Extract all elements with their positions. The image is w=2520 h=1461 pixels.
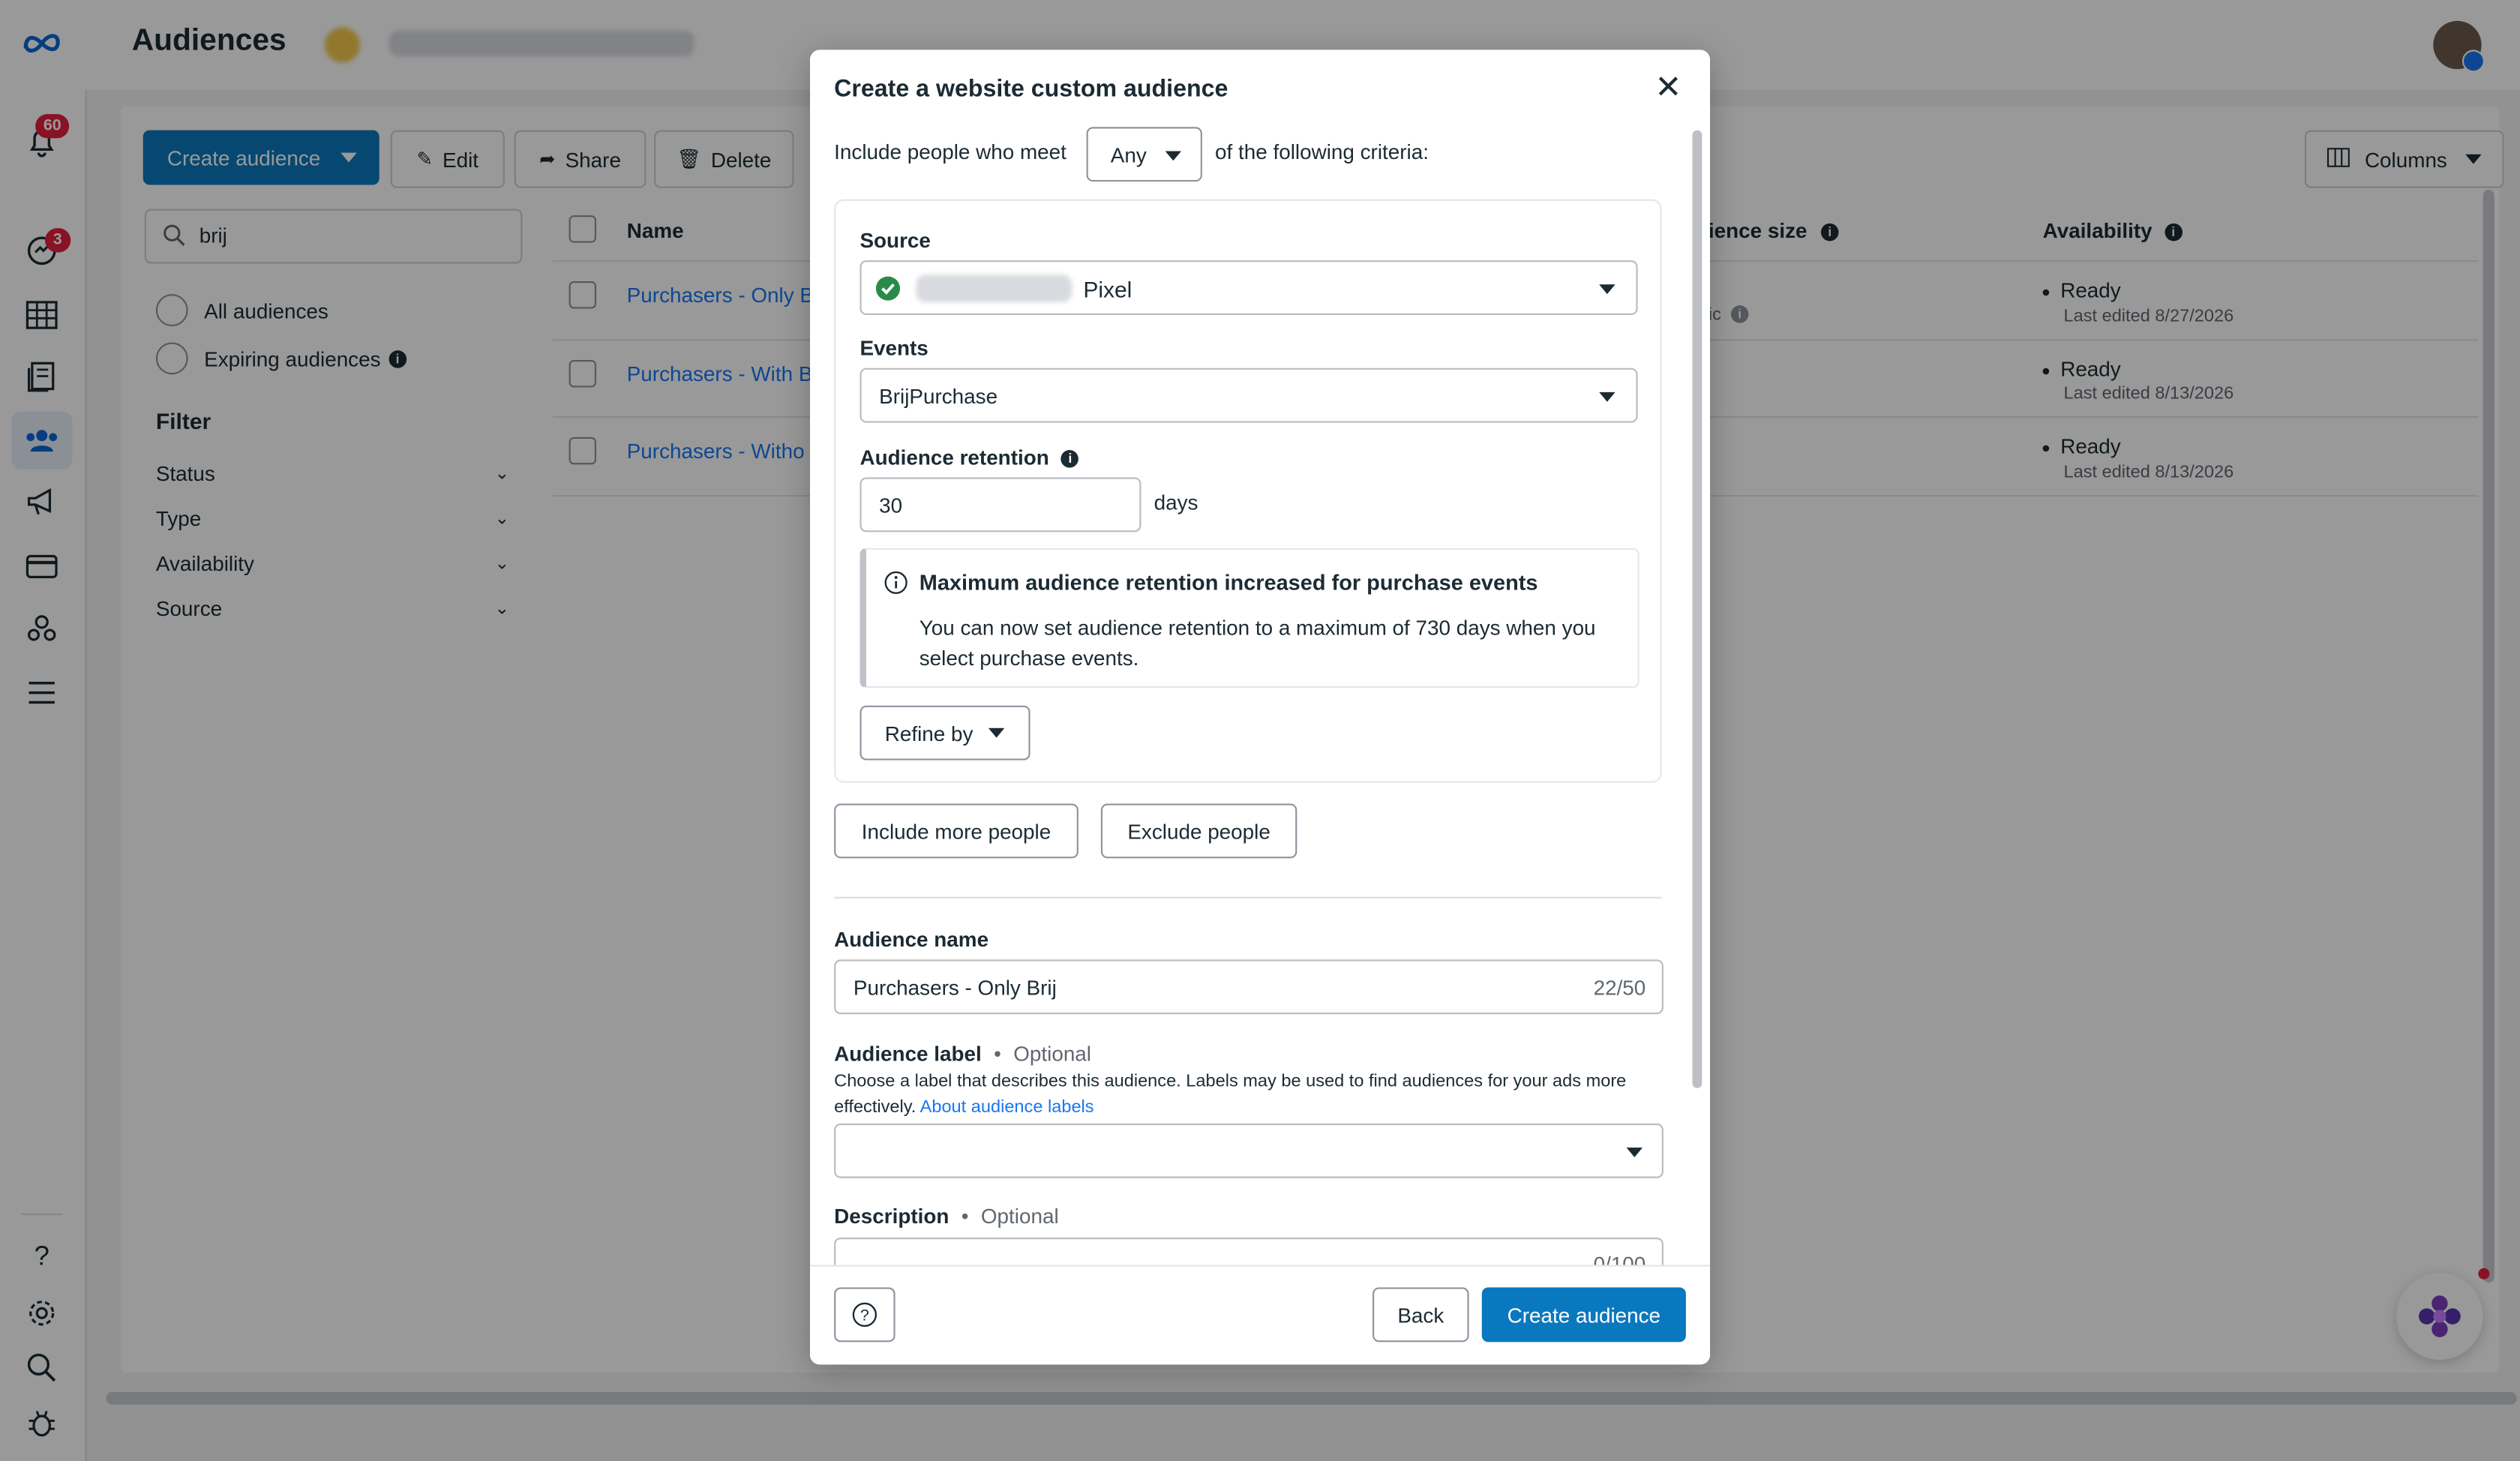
audience-name-label: Audience name — [834, 927, 989, 952]
audience-retention-label: Audience retention i — [860, 445, 1079, 470]
help-button[interactable]: ? — [834, 1287, 896, 1342]
audience-label-heading: Audience label • Optional — [834, 1042, 1091, 1066]
create-website-audience-dialog: Create a website custom audience ✕ Inclu… — [810, 50, 1711, 1365]
info-icon[interactable]: i — [1061, 450, 1079, 468]
help-icon: ? — [852, 1302, 878, 1328]
pixel-name-redacted — [916, 274, 1072, 302]
criteria-match-value: Any — [1110, 142, 1147, 167]
retention-days-input[interactable]: 30 — [860, 477, 1142, 532]
check-circle-icon — [875, 276, 901, 301]
source-label: Source — [860, 228, 931, 253]
dialog-footer: ? Back Create audience — [810, 1264, 1711, 1365]
notice-body: You can now set audience retention to a … — [919, 615, 1596, 670]
separator-dot: • — [994, 1041, 1001, 1066]
include-more-people-button[interactable]: Include more people — [834, 803, 1078, 859]
dialog-title: Create a website custom audience — [834, 75, 1228, 104]
separator-dot: • — [961, 1204, 969, 1228]
info-circle-icon — [884, 571, 908, 603]
description-label: Description — [834, 1204, 950, 1228]
chevron-down-icon — [988, 728, 1006, 738]
optional-tag: Optional — [980, 1204, 1059, 1228]
events-label: Events — [860, 335, 928, 361]
audience-name-value: Purchasers - Only Brij — [853, 975, 1057, 1000]
retention-unit: days — [1154, 490, 1198, 514]
include-suffix-text: of the following criteria: — [1215, 140, 1429, 164]
retention-label-text: Audience retention — [860, 445, 1049, 470]
source-value: Pixel — [1083, 276, 1132, 302]
audience-name-input[interactable]: Purchasers - Only Brij 22/50 — [834, 959, 1664, 1015]
retention-notice: Maximum audience retention increased for… — [860, 548, 1640, 688]
back-button[interactable]: Back — [1372, 1287, 1469, 1342]
optional-tag: Optional — [1013, 1041, 1091, 1066]
chevron-down-icon — [1165, 151, 1182, 161]
notice-title: Maximum audience retention increased for… — [919, 570, 1538, 595]
chevron-down-icon — [1626, 1148, 1643, 1157]
refine-by-label: Refine by — [884, 721, 974, 746]
events-select[interactable]: BrijPurchase — [860, 368, 1638, 423]
include-prefix-text: Include people who meet — [834, 140, 1066, 164]
refine-by-button[interactable]: Refine by — [860, 705, 1030, 760]
chevron-down-icon — [1599, 392, 1616, 402]
retention-value: 30 — [879, 493, 903, 518]
section-divider — [834, 896, 1662, 898]
create-audience-button[interactable]: Create audience — [1481, 1287, 1686, 1342]
source-select[interactable]: Pixel — [860, 260, 1638, 316]
description-heading: Description • Optional — [834, 1204, 1058, 1228]
chevron-down-icon — [1599, 284, 1616, 295]
svg-text:?: ? — [860, 1306, 869, 1324]
dialog-scrollbar[interactable] — [1692, 130, 1702, 1088]
audience-label-text: Audience label — [834, 1041, 982, 1066]
audience-label-help: Choose a label that describes this audie… — [834, 1069, 1670, 1120]
character-counter: 22/50 — [1593, 975, 1646, 1000]
about-audience-labels-link[interactable]: About audience labels — [920, 1098, 1094, 1118]
close-icon[interactable]: ✕ — [1652, 72, 1684, 104]
exclude-people-button[interactable]: Exclude people — [1100, 803, 1298, 859]
audience-label-select[interactable] — [834, 1123, 1664, 1178]
events-value: BrijPurchase — [879, 384, 998, 409]
criteria-match-select[interactable]: Any — [1086, 127, 1202, 182]
